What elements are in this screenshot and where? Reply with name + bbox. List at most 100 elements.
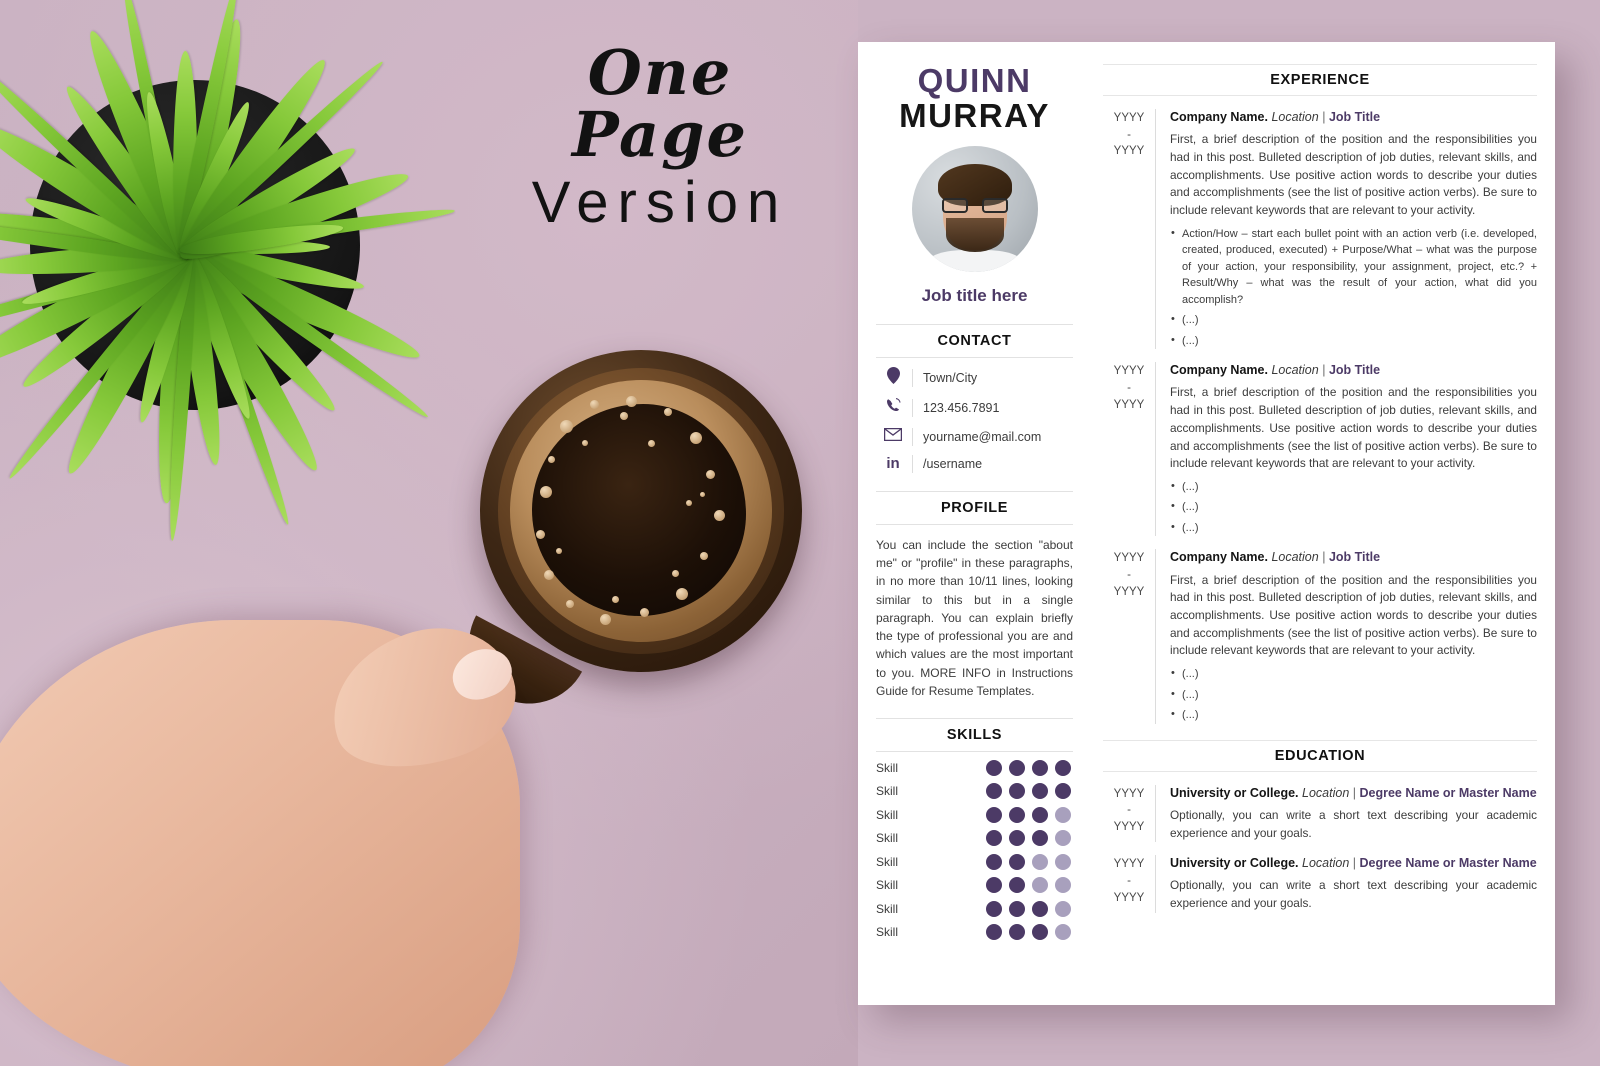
crema-bubble: [640, 608, 649, 617]
email-icon: [876, 427, 910, 446]
skill-dot: [1032, 783, 1048, 800]
school-location: Location: [1302, 785, 1350, 800]
experience-bullet: Action/How – start each bullet point wit…: [1170, 225, 1537, 309]
candidate-first-name: QUINN: [917, 62, 1032, 99]
skill-dot: [1055, 877, 1071, 894]
skill-dot: [986, 853, 1002, 870]
skill-dot: [986, 806, 1002, 823]
skill-rating: [986, 806, 1071, 823]
skill-row: Skill: [876, 830, 1073, 847]
crema-bubble: [626, 396, 637, 407]
experience-title-line: Company Name. Location | Job Title: [1170, 549, 1537, 565]
profile-text: You can include the section "about me" o…: [876, 537, 1073, 698]
company-period: .: [1264, 363, 1268, 378]
experience-body: Company Name. Location | Job Title First,…: [1155, 549, 1537, 724]
experience-bullet: (...): [1170, 706, 1537, 724]
year-end: YYYY: [1113, 820, 1145, 833]
skill-dot: [1009, 877, 1025, 894]
education-description: Optionally, you can write a short text d…: [1170, 878, 1537, 911]
experience-entry: YYYY - YYYY Company Name. Location | Job Ti…: [1103, 362, 1537, 537]
coffee-surface: [532, 404, 746, 616]
skill-row: Skill: [876, 877, 1073, 894]
skill-dot: [986, 877, 1002, 894]
experience-bullet: (...): [1170, 478, 1537, 496]
education-body: University or College. Location | Degree…: [1155, 784, 1537, 843]
skill-row: Skill: [876, 806, 1073, 823]
education-title-line: University or College. Location | Degree…: [1170, 785, 1537, 801]
skill-label: Skill: [876, 901, 899, 916]
job-title: Job Title: [1328, 550, 1381, 565]
education-entry: YYYY - YYYY University or College. Location…: [1103, 784, 1537, 843]
crema-bubble: [690, 432, 702, 444]
company-name: Company Name: [1170, 110, 1265, 124]
resume-main-column: EXPERIENCE YYYY - YYYY Company Name. Locati…: [1091, 42, 1555, 1005]
skill-dot: [1032, 806, 1048, 823]
skill-dot: [1055, 806, 1071, 823]
contact-row[interactable]: in/username: [876, 454, 1073, 473]
contact-row[interactable]: 123.456.7891: [876, 397, 1073, 419]
company-period: .: [1264, 550, 1268, 565]
contact-divider: [912, 454, 913, 473]
experience-bullet: (...): [1170, 311, 1537, 329]
education-heading: EDUCATION: [1103, 739, 1537, 772]
skill-label: Skill: [876, 807, 899, 822]
skill-dot: [1055, 924, 1071, 941]
experience-bullet: (...): [1170, 665, 1537, 683]
contact-row[interactable]: yourname@mail.com: [876, 427, 1073, 446]
crema-bubble: [582, 440, 588, 446]
education-years: YYYY - YYYY: [1103, 785, 1155, 843]
year-start: YYYY: [1113, 787, 1145, 800]
degree-name: Degree Name or Master Name: [1359, 785, 1537, 800]
crema-bubble: [600, 614, 611, 625]
skill-dot: [1032, 924, 1048, 941]
year-end: YYYY: [1113, 145, 1145, 158]
school-period: .: [1295, 785, 1299, 800]
skill-dot: [1055, 900, 1071, 917]
education-list: YYYY - YYYY University or College. Location…: [1103, 784, 1537, 913]
skill-rating: [986, 877, 1071, 894]
skill-dot: [1055, 759, 1071, 776]
contact-value: yourname@mail.com: [923, 429, 1042, 444]
resume-sidebar: QUINN MURRAY Job title here CONTACT Town…: [858, 42, 1091, 1005]
crema-bubble: [612, 596, 619, 603]
experience-bullets: Action/How – start each bullet point wit…: [1170, 225, 1537, 350]
company-location: Location: [1271, 363, 1319, 378]
crema-bubble: [544, 570, 554, 580]
experience-bullet: (...): [1170, 498, 1537, 516]
crema-bubble: [620, 412, 628, 420]
profile-heading: PROFILE: [876, 490, 1073, 525]
skill-dot: [1009, 783, 1025, 800]
skill-dot: [986, 759, 1002, 776]
skill-dot: [1032, 759, 1048, 776]
location-pin-icon: [876, 366, 910, 389]
promo-headline: One Page Version: [490, 42, 830, 237]
school-name: University or College: [1170, 785, 1296, 800]
skill-label: Skill: [876, 784, 899, 799]
contact-row[interactable]: Town/City: [876, 366, 1073, 389]
skill-row: Skill: [876, 853, 1073, 870]
experience-description: First, a brief description of the positi…: [1170, 572, 1537, 658]
crema-bubble: [566, 600, 574, 608]
contact-divider: [912, 368, 913, 387]
avatar-beard: [945, 217, 1004, 252]
skill-rating: [986, 783, 1071, 800]
experience-entry: YYYY - YYYY Company Name. Location | Job Ti…: [1103, 549, 1537, 724]
skill-dot: [1032, 830, 1048, 847]
phone-icon: [876, 397, 910, 419]
crema-bubble: [672, 570, 679, 577]
candidate-last-name: MURRAY: [899, 96, 1050, 134]
year-start: YYYY: [1113, 365, 1145, 378]
avatar-glasses: [941, 197, 1008, 213]
experience-bullets: (...) (...) (...): [1170, 478, 1537, 537]
company-location: Location: [1271, 110, 1319, 124]
skill-label: Skill: [876, 854, 899, 869]
year-start: YYYY: [1113, 858, 1145, 871]
skill-label: Skill: [876, 925, 899, 940]
experience-body: Company Name. Location | Job Title First,…: [1155, 362, 1537, 537]
title-separator: |: [1352, 856, 1357, 871]
resume-document: QUINN MURRAY Job title here CONTACT Town…: [858, 42, 1555, 1005]
crema-bubble: [706, 470, 715, 479]
crema-bubble: [540, 486, 552, 498]
skill-row: Skill: [876, 783, 1073, 800]
promo-line-two: Version: [531, 170, 789, 235]
